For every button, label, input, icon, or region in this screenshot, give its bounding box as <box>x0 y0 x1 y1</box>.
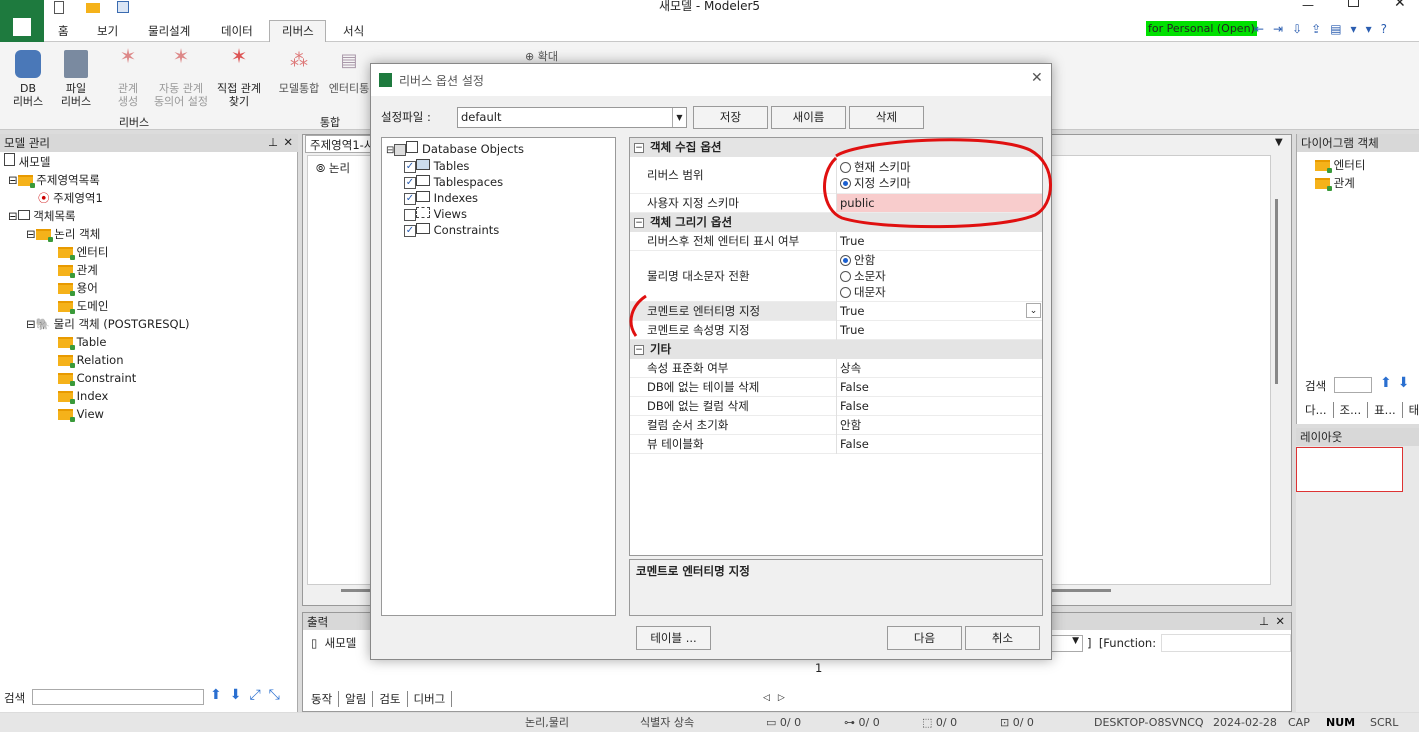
red-annotation-marks <box>629 138 1052 337</box>
